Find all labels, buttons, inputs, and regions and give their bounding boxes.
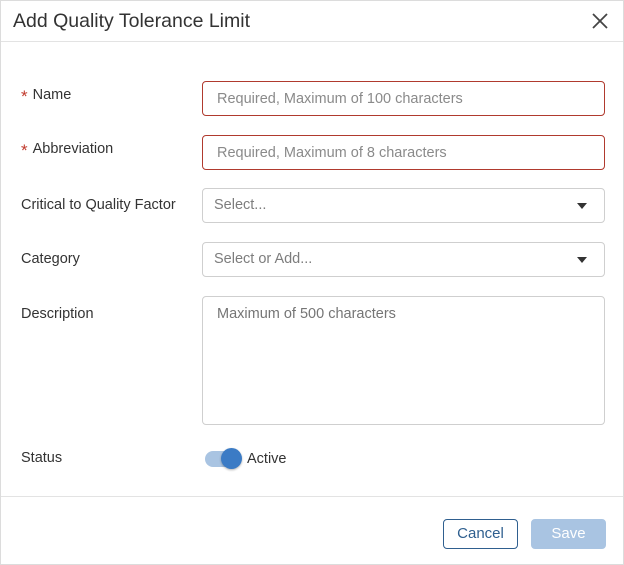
name-label-text: Name <box>32 87 72 103</box>
dialog-title: Add Quality Tolerance Limit <box>13 10 251 32</box>
status-label: Status <box>21 450 63 466</box>
category-label: Category <box>21 251 80 267</box>
add-qtl-dialog: Add Quality Tolerance Limit *Name *Abbre… <box>0 0 624 565</box>
ctq-factor-selected-value: Select... <box>214 197 267 213</box>
name-field <box>202 81 605 116</box>
abbreviation-input[interactable] <box>203 136 604 169</box>
description-textarea[interactable] <box>203 297 604 424</box>
abbreviation-label: * Abbreviation <box>21 138 114 160</box>
required-marker: * <box>21 87 28 106</box>
cancel-button[interactable]: Cancel <box>443 519 518 549</box>
caret-down-icon <box>577 257 587 263</box>
close-icon[interactable] <box>589 10 611 32</box>
save-button[interactable]: Save <box>531 519 606 549</box>
category-selected-value: Select or Add... <box>214 251 313 267</box>
ctq-factor-select[interactable]: Select... <box>202 188 605 223</box>
category-select[interactable]: Select or Add... <box>202 242 605 277</box>
description-label: Description <box>21 306 94 322</box>
dialog-header: Add Quality Tolerance Limit <box>1 1 623 42</box>
caret-down-icon <box>577 203 587 209</box>
status-toggle-label: Active <box>247 451 287 467</box>
description-field <box>202 296 605 425</box>
abbreviation-label-text: Abbreviation <box>32 141 114 157</box>
status-toggle[interactable] <box>205 448 243 469</box>
ctq-factor-label: Critical to Quality Factor <box>21 197 176 213</box>
name-label: * Name <box>21 84 72 106</box>
name-input[interactable] <box>203 82 604 115</box>
abbreviation-field <box>202 135 605 170</box>
toggle-knob <box>221 448 242 469</box>
required-marker: * <box>21 141 28 160</box>
footer-divider <box>1 496 623 497</box>
